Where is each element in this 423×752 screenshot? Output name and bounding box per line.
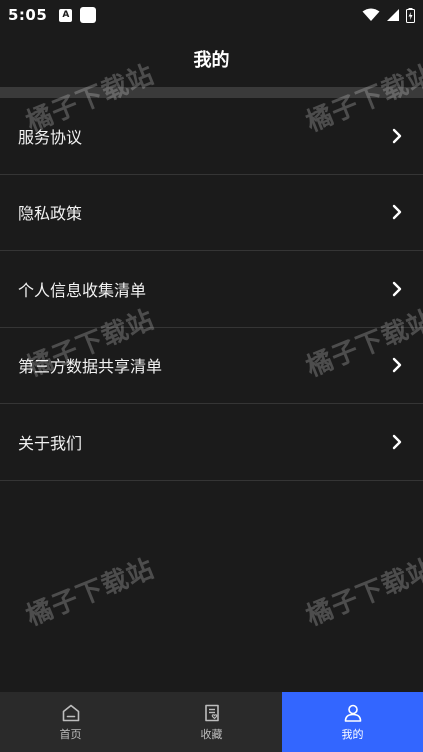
menu-list: 服务协议 隐私政策 个人信息收集清单 第三方数据共享清单 关于我们 <box>0 98 423 481</box>
menu-item-service-agreement[interactable]: 服务协议 <box>0 98 423 175</box>
tab-favorites[interactable]: 收藏 <box>141 692 282 752</box>
chevron-right-icon <box>389 357 405 373</box>
user-icon <box>344 704 361 722</box>
menu-item-label: 关于我们 <box>18 433 83 453</box>
menu-item-label: 第三方数据共享清单 <box>18 357 163 377</box>
app-header: 我的 <box>0 30 423 87</box>
status-bar: 5:05 A <box>0 0 423 30</box>
tab-home[interactable]: 首页 <box>0 692 141 752</box>
wifi-icon <box>362 8 380 21</box>
screen: 5:05 A 我的 服务协议 隐私政策 个人信息收集清单 第三方数据共享清单 关… <box>0 0 423 752</box>
menu-item-about-us[interactable]: 关于我们 <box>0 404 423 481</box>
chevron-right-icon <box>389 204 405 220</box>
page-title: 我的 <box>193 49 230 71</box>
menu-item-personal-info-list[interactable]: 个人信息收集清单 <box>0 251 423 328</box>
menu-item-label: 个人信息收集清单 <box>18 280 147 300</box>
menu-item-privacy-policy[interactable]: 隐私政策 <box>0 175 423 251</box>
notification-app-icon: A <box>59 8 73 22</box>
status-time: 5:05 <box>8 6 48 24</box>
menu-item-label: 服务协议 <box>18 127 83 147</box>
cell-signal-icon <box>387 9 399 21</box>
home-icon <box>62 704 79 721</box>
status-right-icons <box>362 7 415 23</box>
tab-label: 收藏 <box>200 727 223 741</box>
tab-label: 我的 <box>341 727 364 741</box>
notification-icons: A <box>59 7 97 23</box>
bottom-nav: 首页 收藏 我的 <box>0 692 423 752</box>
chevron-right-icon <box>389 128 405 144</box>
menu-item-third-party-sharing[interactable]: 第三方数据共享清单 <box>0 328 423 404</box>
tab-mine[interactable]: 我的 <box>282 692 423 752</box>
favorites-icon <box>204 704 219 721</box>
watermark: 橘子下载站 <box>22 553 159 633</box>
watermark: 橘子下载站 <box>302 553 423 633</box>
chevron-right-icon <box>389 434 405 450</box>
menu-item-label: 隐私政策 <box>18 204 83 224</box>
notification-square-icon <box>80 7 97 23</box>
header-divider <box>0 87 423 98</box>
chevron-right-icon <box>389 281 405 297</box>
tab-label: 首页 <box>59 727 82 741</box>
battery-icon <box>406 7 415 23</box>
